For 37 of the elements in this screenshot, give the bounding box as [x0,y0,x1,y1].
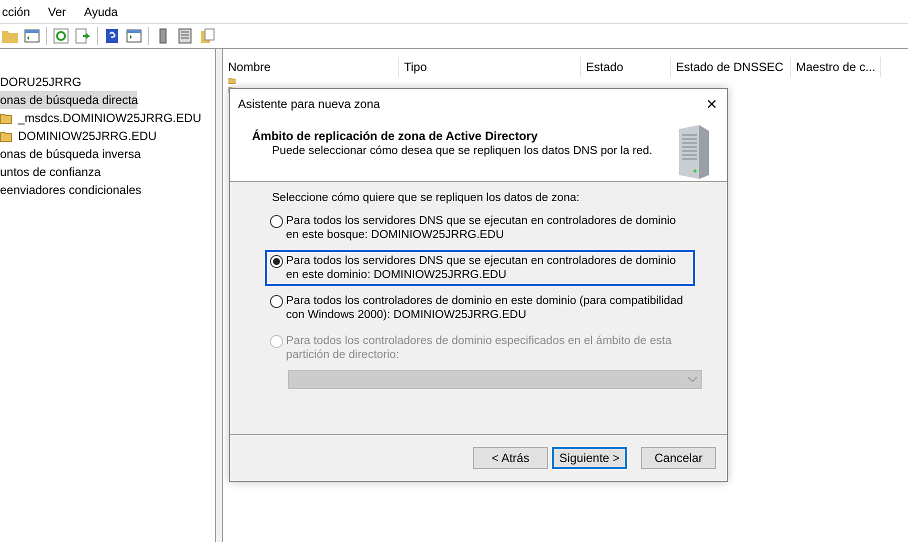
column-header[interactable]: Tipo [399,57,581,77]
column-header[interactable]: Nombre [223,57,399,77]
tree-item[interactable]: DORU25JRRG [0,73,215,91]
help-icon[interactable] [104,28,120,44]
close-button[interactable]: × [704,95,719,113]
radio-button[interactable] [270,295,283,308]
window-pane-icon[interactable] [126,28,142,44]
list-icon[interactable] [177,28,193,44]
tree-item[interactable]: onas de búsqueda inversa [0,145,215,163]
prompt-text: Seleccione cómo quiere que se repliquen los datos de zona: [272,192,581,204]
menu-item[interactable]: Ayuda [82,4,120,18]
refresh-icon[interactable] [53,28,69,44]
column-header[interactable]: Estado [581,57,671,77]
menu-item[interactable]: cción [0,4,32,18]
radio-button[interactable] [270,255,283,268]
dialog-title: Asistente para nueva zona [238,97,380,111]
radio-option[interactable]: Para todos los servidores DNS que se ejecutan en controladores de dominio en este dominio: DOMINIOW25JRRG.EDU [265,250,695,286]
dialog-button[interactable]: Cancelar [641,447,716,469]
radio-button[interactable] [270,215,283,228]
column-header[interactable]: Maestro de c... [791,57,881,77]
page-subheading: Puede seleccionar cómo desea que se repliquen los datos DNS por la red. [271,145,652,157]
chevron-icon [688,377,697,382]
radio-option[interactable]: Para todos los servidores DNS que se ejecutan en controladores de dominio en este bosque: DOMINIOW25JRRG.EDU [265,210,695,246]
tree-item[interactable]: eenviadores condicionales [0,181,215,199]
tree-item[interactable]: onas de búsqueda directa [0,91,137,109]
dialog-button[interactable]: Siguiente > [552,447,627,469]
menu-item[interactable]: Ver [46,4,68,18]
tree-item[interactable]: untos de confianza [0,163,215,181]
documents-icon[interactable] [199,28,215,44]
window-pane-icon[interactable] [24,28,40,44]
export-icon[interactable] [75,28,91,44]
radio-option[interactable]: Para todos los controladores de dominio en este dominio (para compatibilidad con Windows 2000): DOMINIOW25JRRG.EDU [265,290,695,326]
tree-item[interactable]: DOMINIOW25JRRG.EDU [0,127,215,145]
dialog-button[interactable]: < Atrás [473,447,548,469]
column-header[interactable]: Estado de DNSSEC [671,57,791,77]
page-heading: Ámbito de replicación de zona de Active Directory [252,129,539,143]
tree-item[interactable]: _msdcs.DOMINIOW25JRRG.EDU [0,109,215,127]
